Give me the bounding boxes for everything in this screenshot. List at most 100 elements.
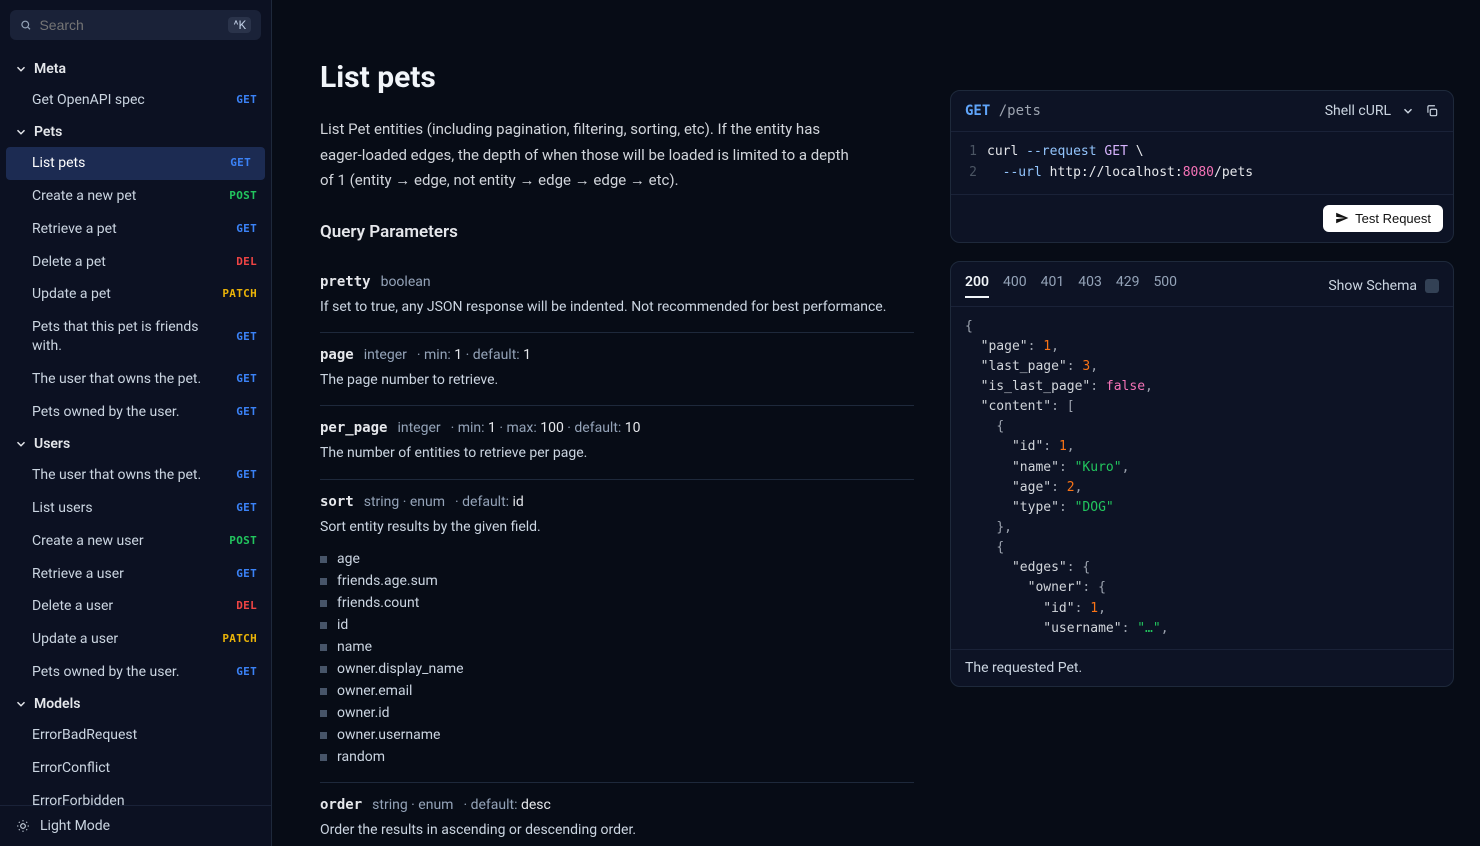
method-badge: DEL [236, 255, 257, 270]
param-desc: If set to true, any JSON response will b… [320, 296, 914, 318]
nav-item-label: Delete a pet [32, 253, 236, 272]
page-title: List pets [320, 60, 914, 95]
nav-item-label: Delete a user [32, 597, 236, 616]
query-param: per_page integer · min: 1 · max: 100 · d… [320, 406, 914, 479]
show-schema-toggle[interactable]: Show Schema [1328, 274, 1439, 298]
nav-item-label: Create a new user [32, 532, 229, 551]
nav-group-header[interactable]: Users [0, 429, 271, 459]
enum-value: owner.username [320, 724, 914, 746]
param-name: sort [320, 494, 354, 510]
chevron-down-icon [1401, 104, 1415, 118]
method-badge: GET [965, 103, 990, 119]
response-tab-429[interactable]: 429 [1116, 274, 1140, 298]
language-selector[interactable]: Shell cURL [1325, 103, 1439, 119]
enum-value: name [320, 636, 914, 658]
sidebar: ^K MetaGet OpenAPI specGETPetsList petsG… [0, 0, 272, 846]
nav-item-label: Pets owned by the user. [32, 663, 236, 682]
nav-item[interactable]: Pets owned by the user.GET [0, 396, 271, 429]
nav-item-label: The user that owns the pet. [32, 466, 236, 485]
endpoint: GET /pets [965, 103, 1041, 119]
nav-item[interactable]: List petsGET [6, 147, 265, 180]
chevron-down-icon [14, 62, 28, 76]
nav-item-label: Retrieve a pet [32, 220, 236, 239]
method-badge: GET [236, 501, 257, 516]
response-card: 200 400 401 403 429 500 Show Schema { "page": … [950, 261, 1454, 687]
nav-item[interactable]: The user that owns the pet.GET [0, 459, 271, 492]
bullet-icon [320, 688, 327, 695]
nav-item-label: Retrieve a user [32, 565, 236, 584]
param-type: integer [397, 420, 440, 436]
bullet-icon [320, 710, 327, 717]
nav-item[interactable]: Get OpenAPI specGET [0, 84, 271, 117]
bullet-icon [320, 600, 327, 607]
method-badge: PATCH [222, 287, 257, 302]
response-tab-403[interactable]: 403 [1078, 274, 1102, 298]
nav-item[interactable]: ErrorBadRequest [0, 719, 271, 752]
method-badge: GET [236, 567, 257, 582]
theme-label: Light Mode [40, 818, 110, 834]
nav-item[interactable]: Update a petPATCH [0, 278, 271, 311]
nav-item[interactable]: Create a new petPOST [0, 180, 271, 213]
nav-item[interactable]: Create a new userPOST [0, 525, 271, 558]
method-badge: GET [236, 468, 257, 483]
nav-item-label: ErrorConflict [32, 759, 257, 778]
nav-item[interactable]: The user that owns the pet.GET [0, 363, 271, 396]
bullet-icon [320, 556, 327, 563]
nav-item[interactable]: Delete a petDEL [0, 246, 271, 279]
nav-item[interactable]: Update a userPATCH [0, 623, 271, 656]
nav-item[interactable]: List usersGET [0, 492, 271, 525]
response-tab-400[interactable]: 400 [1003, 274, 1027, 298]
nav-group-header[interactable]: Pets [0, 117, 271, 147]
nav-group-header[interactable]: Models [0, 689, 271, 719]
method-badge: GET [236, 93, 257, 108]
enum-value: age [320, 548, 914, 570]
nav-item[interactable]: Delete a userDEL [0, 590, 271, 623]
nav-item[interactable]: Retrieve a userGET [0, 558, 271, 591]
method-badge: GET [236, 222, 257, 237]
enum-value: owner.email [320, 680, 914, 702]
language-label: Shell cURL [1325, 103, 1391, 119]
response-tab-200[interactable]: 200 [965, 274, 989, 298]
param-meta: · default: desc [463, 797, 550, 813]
query-param: order string · enum · default: descOrder… [320, 783, 914, 846]
method-badge: GET [236, 665, 257, 680]
param-type: integer [364, 347, 407, 363]
response-body: { "page": 1, "last_page": 3, "is_last_pa… [951, 307, 1453, 649]
nav-item-label: Create a new pet [32, 187, 229, 206]
nav-group-header[interactable]: Meta [0, 54, 271, 84]
nav-item-label: Pets owned by the user. [32, 403, 236, 422]
bullet-icon [320, 578, 327, 585]
param-desc: The number of entities to retrieve per p… [320, 442, 914, 464]
nav-item[interactable]: ErrorConflict [0, 752, 271, 785]
search-box[interactable]: ^K [10, 10, 261, 40]
chevron-down-icon [14, 697, 28, 711]
sun-icon [16, 819, 30, 833]
param-type: string · enum [372, 797, 453, 813]
bullet-icon [320, 644, 327, 651]
method-badge: GET [236, 372, 257, 387]
request-card: GET /pets Shell cURL 1curl --request GET… [950, 90, 1454, 243]
param-name: pretty [320, 274, 371, 290]
nav-item[interactable]: Retrieve a petGET [0, 213, 271, 246]
query-param: pretty booleanIf set to true, any JSON r… [320, 260, 914, 333]
enum-value: id [320, 614, 914, 636]
query-param: page integer · min: 1 · default: 1The pa… [320, 333, 914, 406]
page-description: List Pet entities (including pagination,… [320, 117, 860, 194]
search-input[interactable] [39, 17, 220, 33]
test-request-button[interactable]: Test Request [1323, 205, 1443, 232]
response-description: The requested Pet. [951, 649, 1453, 686]
enum-value: friends.count [320, 592, 914, 614]
method-badge: POST [229, 189, 257, 204]
theme-toggle[interactable]: Light Mode [0, 805, 271, 846]
param-meta: · min: 1 · default: 1 [417, 347, 531, 363]
nav-item[interactable]: Pets that this pet is friends with.GET [0, 311, 271, 363]
bullet-icon [320, 666, 327, 673]
method-badge: GET [236, 330, 257, 345]
response-tab-401[interactable]: 401 [1041, 274, 1065, 298]
enum-value: owner.id [320, 702, 914, 724]
response-tab-500[interactable]: 500 [1153, 274, 1177, 298]
nav-item-label: Get OpenAPI spec [32, 91, 236, 110]
nav-item[interactable]: Pets owned by the user.GET [0, 656, 271, 689]
copy-icon[interactable] [1425, 104, 1439, 118]
nav-item-label: ErrorBadRequest [32, 726, 257, 745]
